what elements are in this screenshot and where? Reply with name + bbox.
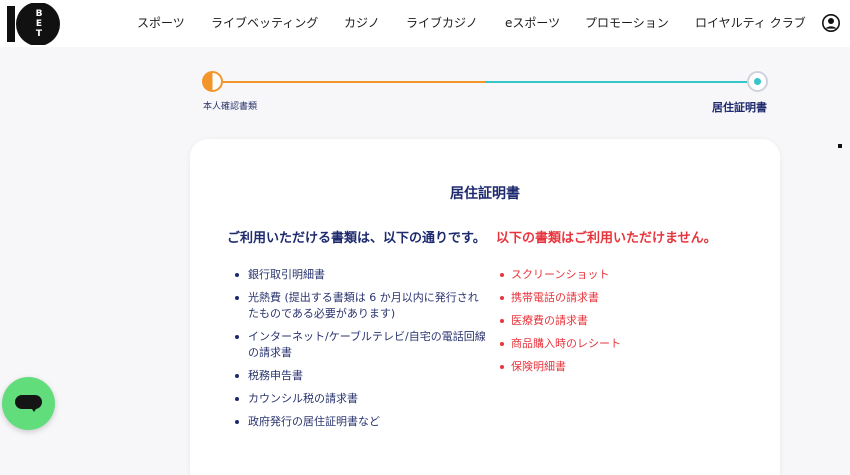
list-item: 保険明細書: [496, 359, 756, 375]
list-item: 商品購入時のレシート: [496, 336, 756, 352]
step-identity-indicator: [202, 71, 223, 92]
list-item: 医療費の請求書: [496, 313, 756, 329]
list-item: 政府発行の居住証明書など: [227, 414, 487, 430]
list-item: 光熱費 (提出する書類は 6 か月以内に発行されたものである必要があります): [227, 290, 487, 322]
svg-text:B: B: [36, 9, 43, 19]
proof-of-address-card: 居住証明書 ご利用いただける書類は、以下の通りです。 銀行取引明細書 光熱費 (…: [190, 139, 780, 475]
decorative-dot: [838, 144, 842, 148]
progress-track-remaining: [485, 81, 748, 83]
chat-bubble-icon: [15, 395, 42, 412]
card-title: 居住証明書: [450, 186, 520, 202]
accepted-heading: ご利用いただける書類は、以下の通りです。: [227, 231, 486, 246]
verification-stepper: 本人確認書類 居住証明書: [200, 68, 770, 118]
list-item: 税務申告書: [227, 368, 487, 384]
rejected-heading: 以下の書類はご利用いただけません。: [496, 231, 717, 246]
top-navigation-bar: B E T スポーツ ライブベッティング カジノ ライブカジノ eスポーツ プロ…: [0, 0, 850, 47]
nav-loyalty-club[interactable]: ロイヤルティ クラブ: [695, 14, 806, 31]
nav-esports[interactable]: eスポーツ: [505, 14, 560, 31]
nav-casino[interactable]: カジノ: [344, 14, 380, 31]
live-chat-button[interactable]: [2, 377, 55, 430]
list-item: 携帯電話の請求書: [496, 290, 756, 306]
step-address-label: 居住証明書: [712, 101, 767, 114]
list-item: カウンシル税の請求書: [227, 391, 487, 407]
svg-text:T: T: [36, 29, 43, 39]
svg-text:E: E: [36, 19, 42, 29]
nav-promotions[interactable]: プロモーション: [585, 14, 669, 31]
nav-live-casino[interactable]: ライブカジノ: [406, 14, 478, 31]
rejected-list: スクリーンショット 携帯電話の請求書 医療費の請求書 商品購入時のレシート 保険…: [496, 267, 756, 375]
accepted-list: 銀行取引明細書 光熱費 (提出する書類は 6 か月以内に発行されたものである必要…: [227, 267, 487, 430]
nav-sports[interactable]: スポーツ: [137, 14, 185, 31]
step-address-indicator: [747, 71, 768, 92]
user-circle-icon[interactable]: [822, 14, 840, 32]
brand-logo[interactable]: B E T: [4, 3, 64, 45]
nav-live-betting[interactable]: ライブベッティング: [211, 14, 318, 31]
list-item: インターネット/ケーブルテレビ/自宅の電話回線の請求書: [227, 329, 487, 361]
list-item: スクリーンショット: [496, 267, 756, 283]
step-identity-label: 本人確認書類: [203, 102, 258, 112]
accepted-documents-column: ご利用いただける書類は、以下の通りです。 銀行取引明細書 光熱費 (提出する書類…: [227, 229, 487, 437]
progress-track-completed: [220, 81, 485, 83]
list-item: 銀行取引明細書: [227, 267, 487, 283]
rejected-documents-column: 以下の書類はご利用いただけません。 スクリーンショット 携帯電話の請求書 医療費…: [496, 229, 756, 382]
